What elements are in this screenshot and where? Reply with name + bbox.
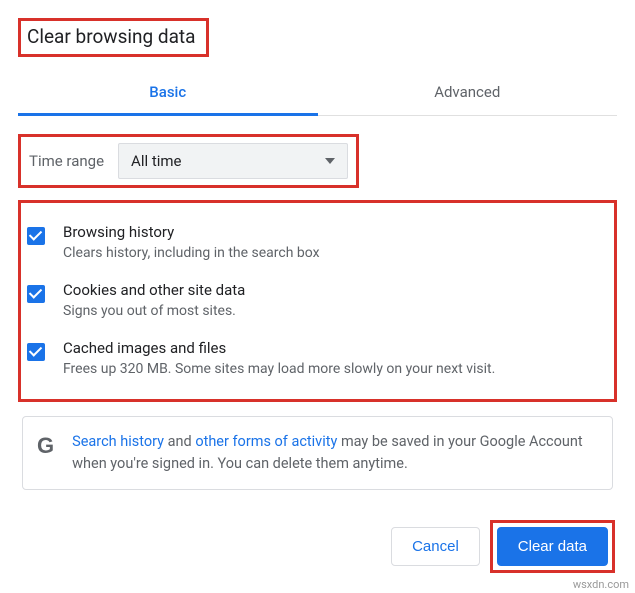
- tab-basic[interactable]: Basic: [18, 71, 318, 116]
- option-label: Browsing history: [63, 223, 320, 241]
- info-text: Search history and other forms of activi…: [72, 431, 598, 475]
- option-row: Browsing history Clears history, includi…: [25, 213, 606, 271]
- info-mid1: and: [164, 433, 195, 450]
- checkbox-browsing-history[interactable]: [27, 227, 45, 245]
- google-account-info: G Search history and other forms of acti…: [22, 416, 613, 490]
- cancel-button-label: Cancel: [412, 538, 459, 555]
- option-row: Cached images and files Frees up 320 MB.…: [25, 329, 606, 387]
- other-activity-link[interactable]: other forms of activity: [195, 433, 337, 450]
- cancel-button[interactable]: Cancel: [391, 527, 480, 566]
- option-text: Cookies and other site data Signs you ou…: [63, 281, 245, 319]
- search-history-link[interactable]: Search history: [72, 433, 164, 450]
- dialog-footer: Cancel Clear data: [391, 520, 615, 573]
- option-description: Clears history, including in the search …: [63, 245, 320, 261]
- checkbox-cached[interactable]: [27, 343, 45, 361]
- watermark: wsxdn.com: [573, 578, 629, 591]
- option-row: Cookies and other site data Signs you ou…: [25, 271, 606, 329]
- option-description: Signs you out of most sites.: [63, 303, 245, 319]
- option-text: Cached images and files Frees up 320 MB.…: [63, 339, 495, 377]
- clear-data-button[interactable]: Clear data: [497, 527, 608, 566]
- tab-basic-label: Basic: [149, 83, 186, 101]
- time-range-select[interactable]: All time: [118, 143, 348, 179]
- google-icon: G: [37, 433, 54, 459]
- dialog-title: Clear browsing data: [27, 25, 196, 48]
- dropdown-caret-icon: [325, 158, 335, 164]
- tab-bar: Basic Advanced: [18, 71, 617, 116]
- time-range-value: All time: [131, 152, 181, 170]
- clear-data-highlight: Clear data: [490, 520, 615, 573]
- dialog-title-highlight: Clear browsing data: [18, 18, 209, 57]
- option-text: Browsing history Clears history, includi…: [63, 223, 320, 261]
- time-range-highlight: Time range All time: [18, 134, 359, 188]
- tab-advanced[interactable]: Advanced: [318, 71, 618, 116]
- tab-advanced-label: Advanced: [434, 83, 500, 101]
- clear-data-button-label: Clear data: [518, 538, 587, 555]
- option-description: Frees up 320 MB. Some sites may load mor…: [63, 361, 495, 377]
- option-label: Cookies and other site data: [63, 281, 245, 299]
- time-range-label: Time range: [29, 152, 104, 170]
- option-label: Cached images and files: [63, 339, 495, 357]
- options-highlight: Browsing history Clears history, includi…: [18, 200, 617, 402]
- clear-browsing-data-dialog: Clear browsing data Basic Advanced Time …: [0, 0, 635, 490]
- checkbox-cookies[interactable]: [27, 285, 45, 303]
